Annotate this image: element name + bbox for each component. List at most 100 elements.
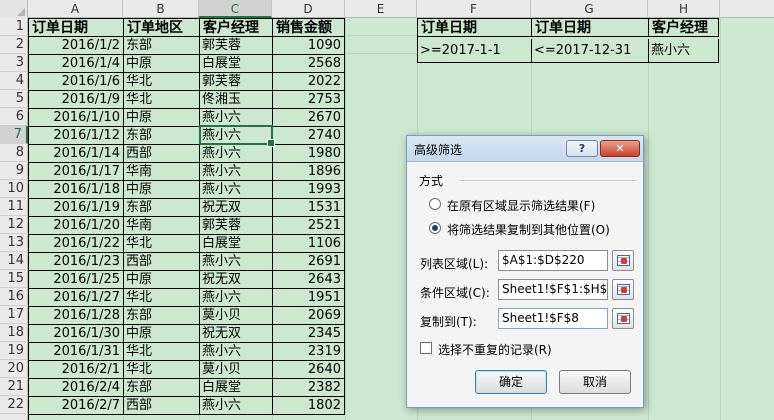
amount-cell[interactable]: 2345: [273, 325, 345, 343]
row-header[interactable]: 8: [0, 144, 28, 162]
date-cell[interactable]: 2016/1/6: [29, 73, 124, 91]
date-cell[interactable]: 2016/1/23: [29, 253, 124, 271]
amount-cell[interactable]: 1896: [273, 163, 345, 181]
unique-records-checkbox[interactable]: [420, 342, 432, 354]
dialog-titlebar[interactable]: 高级筛选 ? ✕: [407, 136, 643, 162]
amount-cell[interactable]: 1531: [273, 199, 345, 217]
column-header-c[interactable]: C: [199, 0, 272, 18]
row-header[interactable]: 14: [0, 252, 28, 270]
manager-cell[interactable]: 莫小贝: [200, 361, 273, 379]
criteria-header-manager[interactable]: 客户经理: [649, 19, 719, 37]
row-header[interactable]: 22: [0, 396, 28, 414]
date-cell[interactable]: 2016/1/10: [29, 109, 124, 127]
row-header[interactable]: 1: [0, 18, 28, 36]
manager-cell[interactable]: 郭芙蓉: [200, 73, 273, 91]
date-cell[interactable]: 2016/1/22: [29, 235, 124, 253]
date-cell[interactable]: 2016/1/27: [29, 289, 124, 307]
amount-cell[interactable]: 2691: [273, 253, 345, 271]
column-header-d[interactable]: D: [272, 0, 345, 18]
region-cell[interactable]: 西部: [124, 145, 200, 163]
manager-cell[interactable]: 燕小六: [200, 253, 273, 271]
region-cell[interactable]: 西部: [124, 397, 200, 415]
help-button[interactable]: ?: [566, 140, 598, 157]
region-cell[interactable]: 西部: [124, 253, 200, 271]
date-cell[interactable]: 2016/1/30: [29, 325, 124, 343]
date-cell[interactable]: 2016/1/28: [29, 307, 124, 325]
row-header[interactable]: 10: [0, 180, 28, 198]
row-header[interactable]: 20: [0, 360, 28, 378]
date-cell[interactable]: 2016/1/12: [29, 127, 124, 145]
row-header[interactable]: 3: [0, 54, 28, 72]
region-cell[interactable]: 华南: [124, 163, 200, 181]
manager-cell[interactable]: 燕小六: [200, 343, 273, 361]
column-header-e[interactable]: E: [345, 0, 417, 18]
row-header[interactable]: 2: [0, 36, 28, 54]
region-cell[interactable]: 中原: [124, 271, 200, 289]
row-header[interactable]: 13: [0, 234, 28, 252]
manager-cell[interactable]: 燕小六: [200, 397, 273, 415]
row-header[interactable]: 4: [0, 72, 28, 90]
region-cell[interactable]: 东部: [124, 127, 200, 145]
criteria-value-date-to[interactable]: <=2017-12-31: [532, 39, 649, 63]
amount-cell[interactable]: 1951: [273, 289, 345, 307]
row-header-selected[interactable]: 7: [0, 126, 28, 144]
row-header[interactable]: 9: [0, 162, 28, 180]
row-header[interactable]: 5: [0, 90, 28, 108]
amount-cell[interactable]: 1106: [273, 235, 345, 253]
date-cell[interactable]: 2016/1/17: [29, 163, 124, 181]
amount-cell[interactable]: 2069: [273, 307, 345, 325]
criteria-range-input[interactable]: Sheet1!$F$1:$H$2: [498, 279, 608, 300]
amount-cell[interactable]: 2670: [273, 109, 345, 127]
radio-in-place-label[interactable]: 在原有区域显示筛选结果(F): [447, 197, 595, 214]
amount-cell[interactable]: 2740: [273, 127, 345, 145]
region-cell[interactable]: 中原: [124, 325, 200, 343]
header-cell-manager[interactable]: 客户经理: [200, 19, 273, 37]
region-cell[interactable]: 华北: [124, 235, 200, 253]
header-cell-region[interactable]: 订单地区: [124, 19, 200, 37]
amount-cell[interactable]: 2319: [273, 343, 345, 361]
row-header[interactable]: 12: [0, 216, 28, 234]
region-cell[interactable]: 东部: [124, 199, 200, 217]
date-cell[interactable]: 2016/1/19: [29, 199, 124, 217]
amount-cell[interactable]: 2640: [273, 361, 345, 379]
region-cell[interactable]: 东部: [124, 37, 200, 55]
criteria-range-picker-button[interactable]: [612, 279, 634, 300]
date-cell[interactable]: 2016/1/2: [29, 37, 124, 55]
criteria-header-date-to[interactable]: 订单日期: [532, 19, 649, 37]
ok-button[interactable]: 确定: [475, 370, 547, 394]
manager-cell[interactable]: 白展堂: [200, 55, 273, 73]
manager-cell[interactable]: 佟湘玉: [200, 91, 273, 109]
cancel-button[interactable]: 取消: [559, 370, 631, 394]
criteria-header-date-from[interactable]: 订单日期: [418, 19, 532, 37]
column-header-b[interactable]: B: [123, 0, 199, 18]
row-header[interactable]: 19: [0, 342, 28, 360]
header-cell-amount[interactable]: 销售金额: [273, 19, 345, 37]
radio-in-place[interactable]: [429, 198, 441, 210]
radio-copy-to-location[interactable]: [429, 222, 441, 234]
manager-cell[interactable]: 莫小贝: [200, 307, 273, 325]
amount-cell[interactable]: 2022: [273, 73, 345, 91]
amount-cell[interactable]: 2382: [273, 379, 345, 397]
date-cell[interactable]: 2016/2/7: [29, 397, 124, 415]
date-cell[interactable]: 2016/1/14: [29, 145, 124, 163]
manager-cell[interactable]: 白展堂: [200, 235, 273, 253]
select-all-corner[interactable]: [0, 0, 28, 18]
manager-cell[interactable]: 白展堂: [200, 379, 273, 397]
manager-cell[interactable]: 祝无双: [200, 325, 273, 343]
worksheet-grid[interactable]: 订单日期 订单地区 客户经理 销售金额 2016/1/2 东部 郭芙蓉 1090…: [28, 18, 774, 420]
row-header[interactable]: 16: [0, 288, 28, 306]
column-header-a[interactable]: A: [28, 0, 123, 18]
amount-cell[interactable]: 1980: [273, 145, 345, 163]
amount-cell[interactable]: 2521: [273, 217, 345, 235]
active-cell-c7[interactable]: [199, 125, 275, 147]
close-button[interactable]: ✕: [600, 140, 640, 157]
row-header[interactable]: 18: [0, 324, 28, 342]
criteria-value-date-from[interactable]: >=2017-1-1: [418, 39, 532, 63]
region-cell[interactable]: 华北: [124, 73, 200, 91]
row-header[interactable]: 21: [0, 378, 28, 396]
copy-to-input[interactable]: Sheet1!$F$8: [498, 308, 608, 329]
list-range-input[interactable]: $A$1:$D$220: [498, 250, 608, 271]
region-cell[interactable]: 中原: [124, 55, 200, 73]
region-cell[interactable]: 华北: [124, 343, 200, 361]
criteria-value-manager[interactable]: 燕小六: [649, 39, 719, 63]
